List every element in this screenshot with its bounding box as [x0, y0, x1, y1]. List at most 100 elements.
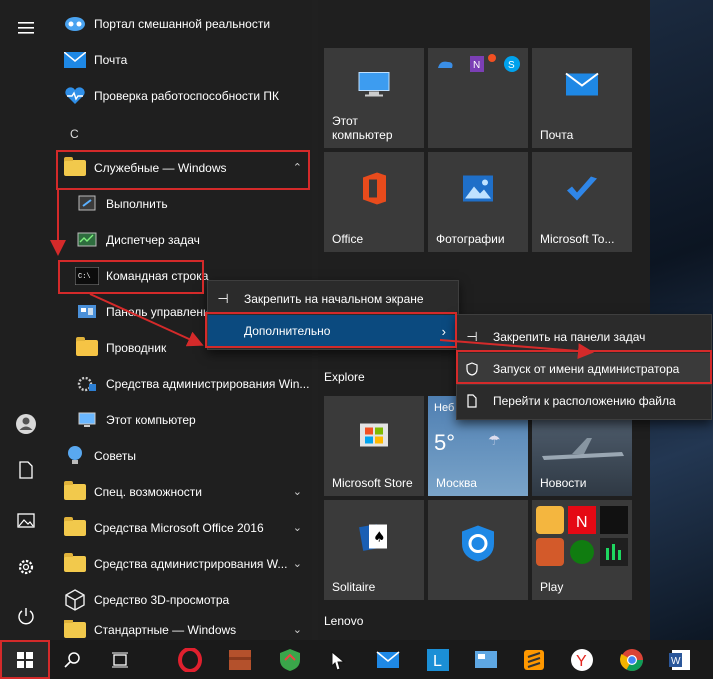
group-title-lenovo[interactable]: Lenovo	[324, 614, 363, 628]
list-item[interactable]: Спец. возможности ⌄	[58, 476, 310, 508]
folder-windows-accessories[interactable]: Служебные — Windows ⌃	[58, 152, 310, 184]
pin-icon: ⊣	[466, 329, 478, 344]
taskbar-app-l[interactable]: L	[424, 646, 452, 674]
tile-office-group[interactable]: N S	[428, 48, 528, 148]
list-item[interactable]: Проверка работоспособности ПК	[58, 80, 310, 112]
tile-label: Solitaire	[332, 580, 376, 594]
menu-item-run-as-admin[interactable]: Запуск от имени администратора	[457, 353, 711, 385]
hamburger-icon	[18, 22, 34, 34]
power-button[interactable]	[0, 594, 52, 638]
list-item[interactable]: Почта	[58, 44, 310, 76]
hamburger-menu-button[interactable]	[0, 6, 52, 50]
menu-item-open-location[interactable]: Перейти к расположению файла	[457, 385, 711, 417]
tile-store[interactable]: Microsoft Store	[324, 396, 424, 496]
tips-icon	[62, 443, 88, 469]
list-item-label: Стандартные — Windows	[94, 623, 237, 637]
list-item-label: Средство 3D-просмотра	[94, 593, 230, 607]
tile-this-pc[interactable]: Этот компьютер	[324, 48, 424, 148]
taskbar-app-archive[interactable]	[226, 646, 254, 674]
menu-item-more[interactable]: Дополнительно ›	[208, 315, 458, 347]
tile-todo[interactable]: Microsoft To...	[532, 152, 632, 252]
list-item[interactable]: Средства Microsoft Office 2016 ⌄	[58, 512, 310, 544]
start-button[interactable]	[0, 640, 50, 679]
list-item-label: Выполнить	[106, 197, 168, 211]
mail-icon	[565, 72, 599, 100]
picture-icon	[17, 512, 35, 528]
svg-text:N: N	[473, 60, 480, 71]
mail-icon	[62, 47, 88, 73]
task-manager-icon	[74, 227, 100, 253]
cloud-rain-icon: ☂	[488, 432, 501, 448]
taskbar-app-opera[interactable]	[176, 646, 204, 674]
l-app-icon: L	[427, 649, 449, 671]
taskbar-app-yandex[interactable]: Y	[568, 646, 596, 674]
svg-text:Y: Y	[576, 653, 587, 670]
office-apps-icon: N S	[438, 54, 520, 72]
tile-play[interactable]: N Play	[532, 500, 632, 600]
chevron-down-icon: ⌄	[292, 624, 302, 636]
svg-text:N: N	[576, 514, 588, 531]
list-item[interactable]: Диспетчер задач	[70, 224, 310, 256]
mail-icon	[376, 651, 400, 668]
list-item[interactable]: Выполнить	[70, 188, 310, 220]
user-account-button[interactable]	[0, 402, 52, 446]
search-icon	[64, 652, 80, 668]
taskbar-app-control-panel[interactable]	[472, 646, 500, 674]
shield-icon	[457, 362, 487, 376]
taskbar-app-word[interactable]: W	[666, 646, 694, 674]
tile-office[interactable]: Office	[324, 152, 424, 252]
document-icon	[19, 461, 33, 479]
shield-icon	[460, 524, 496, 567]
taskbar-app-mail[interactable]	[374, 646, 402, 674]
tile-solitaire[interactable]: ♠ Solitaire	[324, 500, 424, 600]
list-item[interactable]: Средства администрирования W... ⌄	[58, 548, 310, 580]
taskbar-app-vpn[interactable]	[276, 646, 304, 674]
list-item[interactable]: Портал смешанной реальности	[58, 8, 310, 40]
list-item-label: Средства Microsoft Office 2016	[94, 521, 264, 535]
list-item-label: Спец. возможности	[94, 485, 202, 499]
chevron-down-icon: ⌄	[292, 558, 302, 570]
tile-shield-app[interactable]	[428, 500, 528, 600]
list-item-label: Диспетчер задач	[106, 233, 200, 247]
checkmark-icon	[565, 175, 599, 206]
tile-photos[interactable]: Фотографии	[428, 152, 528, 252]
start-left-rail	[0, 0, 52, 640]
letter-header-c[interactable]: С	[70, 127, 79, 141]
menu-item-pin-taskbar[interactable]: ⊣ Закрепить на панели задач	[457, 321, 711, 353]
user-icon	[16, 414, 36, 434]
list-item[interactable]: Средство 3D-просмотра	[58, 584, 310, 616]
list-item[interactable]: Советы	[58, 440, 310, 472]
tile-label: Москва	[436, 476, 477, 490]
chevron-down-icon: ⌄	[292, 486, 302, 498]
task-view-icon	[112, 652, 128, 668]
list-item[interactable]: Стандартные — Windows ⌄	[58, 620, 310, 640]
menu-item-label: Закрепить на начальном экране	[244, 292, 424, 306]
list-item[interactable]: Этот компьютер	[70, 404, 310, 436]
taskbar-app-chrome[interactable]	[618, 646, 646, 674]
group-title-explore[interactable]: Explore	[324, 370, 365, 384]
list-item-label: Средства администрирования W...	[94, 557, 288, 571]
list-item-label: Портал смешанной реальности	[94, 17, 271, 31]
folder-icon	[62, 620, 88, 640]
taskbar-app-sparkle[interactable]	[324, 646, 352, 674]
context-menu-secondary: ⊣ Закрепить на панели задач Запуск от им…	[456, 314, 712, 420]
list-item[interactable]: Средства администрирования Win...	[70, 368, 310, 400]
file-location-icon	[457, 394, 487, 408]
search-button[interactable]	[58, 646, 86, 674]
folder-icon	[62, 551, 88, 577]
settings-button[interactable]	[0, 545, 52, 589]
documents-button[interactable]	[0, 448, 52, 492]
airplane-image	[542, 438, 624, 460]
tile-label: Этот компьютер	[332, 114, 393, 142]
menu-item-label: Дополнительно	[244, 324, 331, 338]
play-apps-icon: N	[536, 506, 628, 566]
tile-mail[interactable]: Почта	[532, 48, 632, 148]
task-view-button[interactable]	[106, 646, 134, 674]
menu-item-pin-start[interactable]: ⊣ Закрепить на начальном экране	[208, 283, 458, 315]
list-item-label: Почта	[94, 53, 128, 67]
taskbar-app-sublime[interactable]	[520, 646, 548, 674]
pictures-button[interactable]	[0, 498, 52, 542]
tile-label: Новости	[540, 476, 587, 490]
file-explorer-icon	[74, 335, 100, 361]
list-item-label: Проверка работоспособности ПК	[94, 89, 280, 103]
